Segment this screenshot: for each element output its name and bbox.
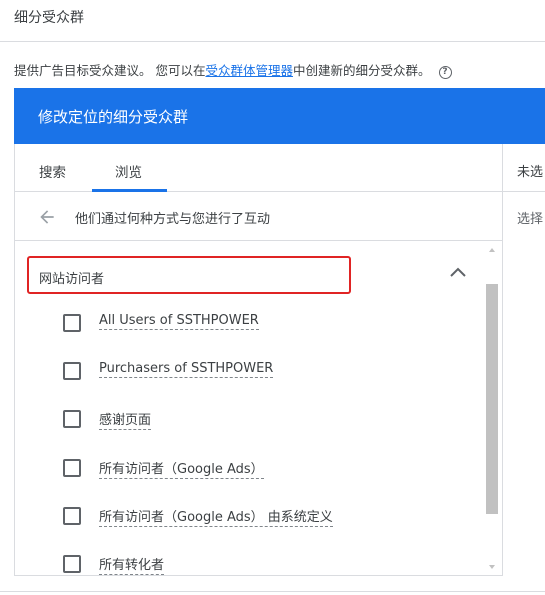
description: 提供广告目标受众建议。 您可以在受众群体管理器中创建新的细分受众群。? <box>14 60 452 79</box>
list-item-label: 所有访问者（Google Ads） <box>99 458 264 479</box>
list-item[interactable]: 所有转化者 <box>15 540 485 576</box>
selected-panel-header: 未选 <box>503 144 545 192</box>
selected-panel-title: 未选 <box>517 165 544 180</box>
list-item[interactable]: Purchasers of SSTHPOWER <box>15 347 485 395</box>
scroll-up-arrow-icon[interactable] <box>489 248 495 252</box>
arrow-left-icon[interactable] <box>37 207 57 227</box>
description-text-end: 中创建新的细分受众群。 <box>293 63 431 78</box>
breadcrumb: 他们通过何种方式与您进行了互动 <box>15 193 502 241</box>
scroll-thumb[interactable] <box>486 284 498 514</box>
browse-panel: 搜索 浏览 他们通过何种方式与您进行了互动 网站访问者 All Users of… <box>14 144 503 576</box>
list-item[interactable]: 所有访问者（Google Ads） 由系统定义 <box>15 492 485 540</box>
list-item-label: 感谢页面 <box>99 409 152 430</box>
dialog-title-bar: 细分受众群 <box>0 0 545 42</box>
list-item[interactable]: All Users of SSTHPOWER <box>15 299 485 347</box>
breadcrumb-label: 他们通过何种方式与您进行了互动 <box>75 212 271 227</box>
chevron-up-icon[interactable] <box>448 264 468 280</box>
list-item[interactable]: 感谢页面 <box>15 395 485 443</box>
group-label: 网站访问者 <box>39 272 105 287</box>
list-item-label: 所有访问者（Google Ads） 由系统定义 <box>99 506 333 527</box>
checkbox[interactable] <box>63 314 81 332</box>
tab-bar: 搜索 浏览 <box>15 144 502 192</box>
active-tab-indicator <box>92 189 167 192</box>
help-circle-icon[interactable]: ? <box>438 66 452 79</box>
section-header-title: 修改定位的细分受众群 <box>38 108 189 126</box>
group-header-website-visitors[interactable]: 网站访问者 <box>27 256 351 294</box>
checkbox[interactable] <box>63 362 81 380</box>
checkbox[interactable] <box>63 555 81 573</box>
scroll-down-arrow-icon[interactable] <box>489 565 495 569</box>
divider <box>0 591 545 592</box>
checkbox[interactable] <box>63 410 81 428</box>
checkbox[interactable] <box>63 507 81 525</box>
audience-manager-link[interactable]: 受众群体管理器 <box>205 63 293 78</box>
audience-list: 网站访问者 All Users of SSTHPOWER Purchasers … <box>15 242 502 576</box>
dialog-title: 细分受众群 <box>14 10 84 26</box>
list-item[interactable]: 所有访问者（Google Ads） <box>15 444 485 492</box>
list-item-label: 所有转化者 <box>99 554 165 575</box>
description-text: 提供广告目标受众建议。 您可以在 <box>14 63 206 78</box>
list-item-label: All Users of SSTHPOWER <box>99 313 259 330</box>
tab-search[interactable]: 搜索 <box>39 161 66 181</box>
selected-panel: 未选 选择 <box>503 144 545 576</box>
list-item-label: Purchasers of SSTHPOWER <box>99 361 274 378</box>
selected-panel-hint: 选择 <box>517 212 544 227</box>
scrollbar[interactable] <box>484 242 502 576</box>
tab-browse[interactable]: 浏览 <box>115 161 142 181</box>
checkbox[interactable] <box>63 459 81 477</box>
section-header: 修改定位的细分受众群 <box>14 88 545 144</box>
